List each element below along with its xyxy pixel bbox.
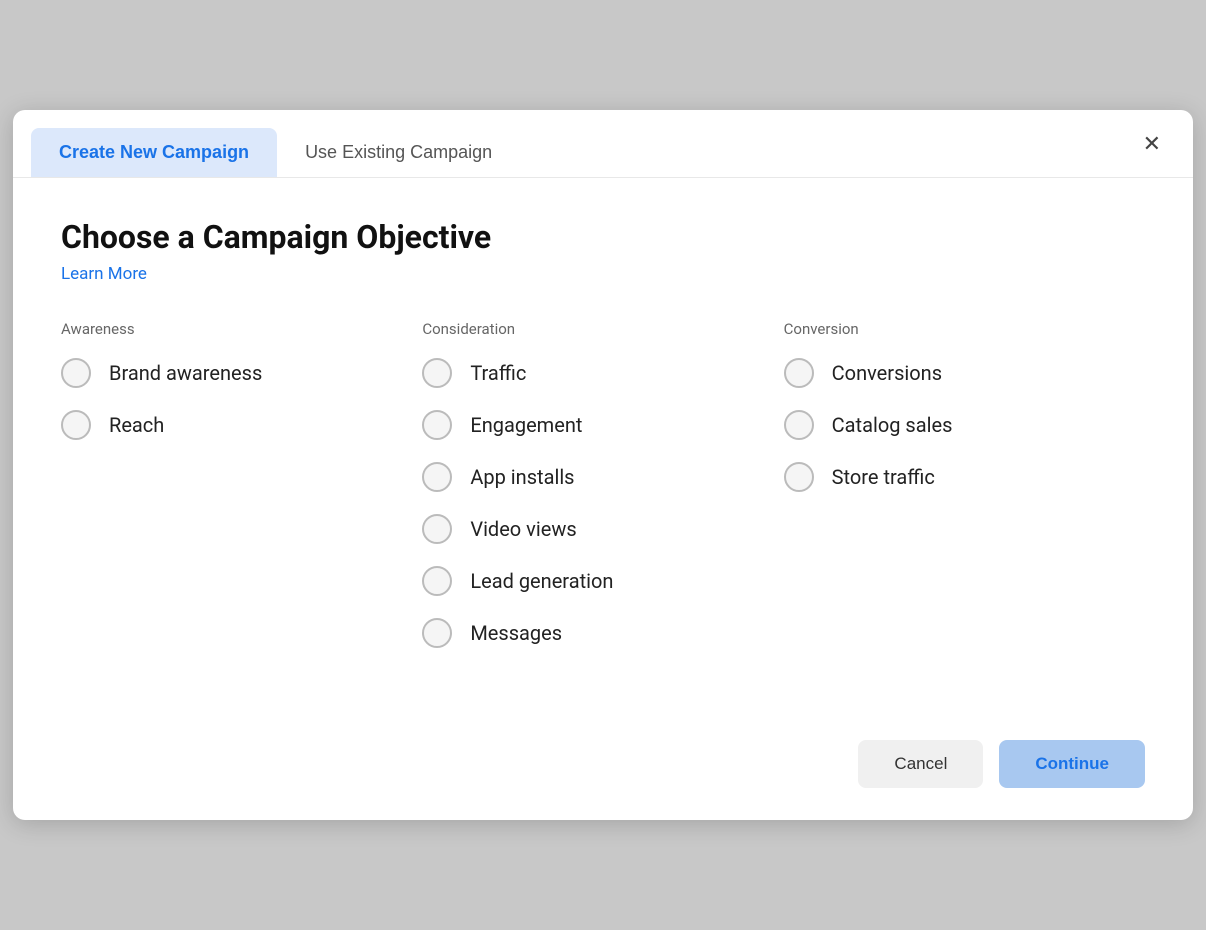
column-label-consideration: Consideration (422, 320, 767, 338)
modal-header: Create New Campaign Use Existing Campaig… (13, 110, 1193, 178)
modal-overlay: Create New Campaign Use Existing Campaig… (0, 0, 1206, 930)
objective-label-engagement: Engagement (470, 413, 582, 437)
modal-footer: Cancel Continue (13, 740, 1193, 820)
objective-item-engagement[interactable]: Engagement (422, 410, 767, 440)
modal-body: Choose a Campaign Objective Learn More A… (13, 178, 1193, 740)
objective-label-catalog-sales: Catalog sales (832, 413, 953, 437)
objective-item-catalog-sales[interactable]: Catalog sales (784, 410, 1129, 440)
radio-catalog-sales[interactable] (784, 410, 814, 440)
close-button[interactable]: ✕ (1135, 129, 1169, 159)
learn-more-link[interactable]: Learn More (61, 264, 147, 284)
column-awareness: Awareness Brand awareness Reach (61, 320, 422, 670)
radio-messages[interactable] (422, 618, 452, 648)
objective-item-lead-generation[interactable]: Lead generation (422, 566, 767, 596)
objective-label-messages: Messages (470, 621, 562, 645)
tab-use-existing-campaign[interactable]: Use Existing Campaign (277, 128, 520, 177)
objective-label-app-installs: App installs (470, 465, 574, 489)
objective-label-store-traffic: Store traffic (832, 465, 935, 489)
objective-item-traffic[interactable]: Traffic (422, 358, 767, 388)
radio-app-installs[interactable] (422, 462, 452, 492)
radio-lead-generation[interactable] (422, 566, 452, 596)
objective-label-reach: Reach (109, 413, 164, 437)
objective-item-conversions[interactable]: Conversions (784, 358, 1129, 388)
objective-label-brand-awareness: Brand awareness (109, 361, 262, 385)
radio-engagement[interactable] (422, 410, 452, 440)
objective-item-store-traffic[interactable]: Store traffic (784, 462, 1129, 492)
continue-button[interactable]: Continue (999, 740, 1145, 788)
objective-label-video-views: Video views (470, 517, 576, 541)
objective-item-video-views[interactable]: Video views (422, 514, 767, 544)
radio-conversions[interactable] (784, 358, 814, 388)
tab-create-new-campaign[interactable]: Create New Campaign (31, 128, 277, 177)
column-label-conversion: Conversion (784, 320, 1129, 338)
radio-video-views[interactable] (422, 514, 452, 544)
objective-item-messages[interactable]: Messages (422, 618, 767, 648)
objective-item-app-installs[interactable]: App installs (422, 462, 767, 492)
column-label-awareness: Awareness (61, 320, 406, 338)
radio-brand-awareness[interactable] (61, 358, 91, 388)
radio-reach[interactable] (61, 410, 91, 440)
column-conversion: Conversion Conversions Catalog sales Sto… (784, 320, 1145, 670)
objectives-grid: Awareness Brand awareness Reach Consider… (61, 320, 1145, 670)
column-consideration: Consideration Traffic Engagement App ins… (422, 320, 783, 670)
cancel-button[interactable]: Cancel (858, 740, 983, 788)
objective-label-conversions: Conversions (832, 361, 942, 385)
radio-store-traffic[interactable] (784, 462, 814, 492)
radio-traffic[interactable] (422, 358, 452, 388)
objective-item-brand-awareness[interactable]: Brand awareness (61, 358, 406, 388)
objective-label-traffic: Traffic (470, 361, 526, 385)
modal-dialog: Create New Campaign Use Existing Campaig… (13, 110, 1193, 820)
objective-label-lead-generation: Lead generation (470, 569, 613, 593)
page-title: Choose a Campaign Objective (61, 218, 1145, 256)
objective-item-reach[interactable]: Reach (61, 410, 406, 440)
